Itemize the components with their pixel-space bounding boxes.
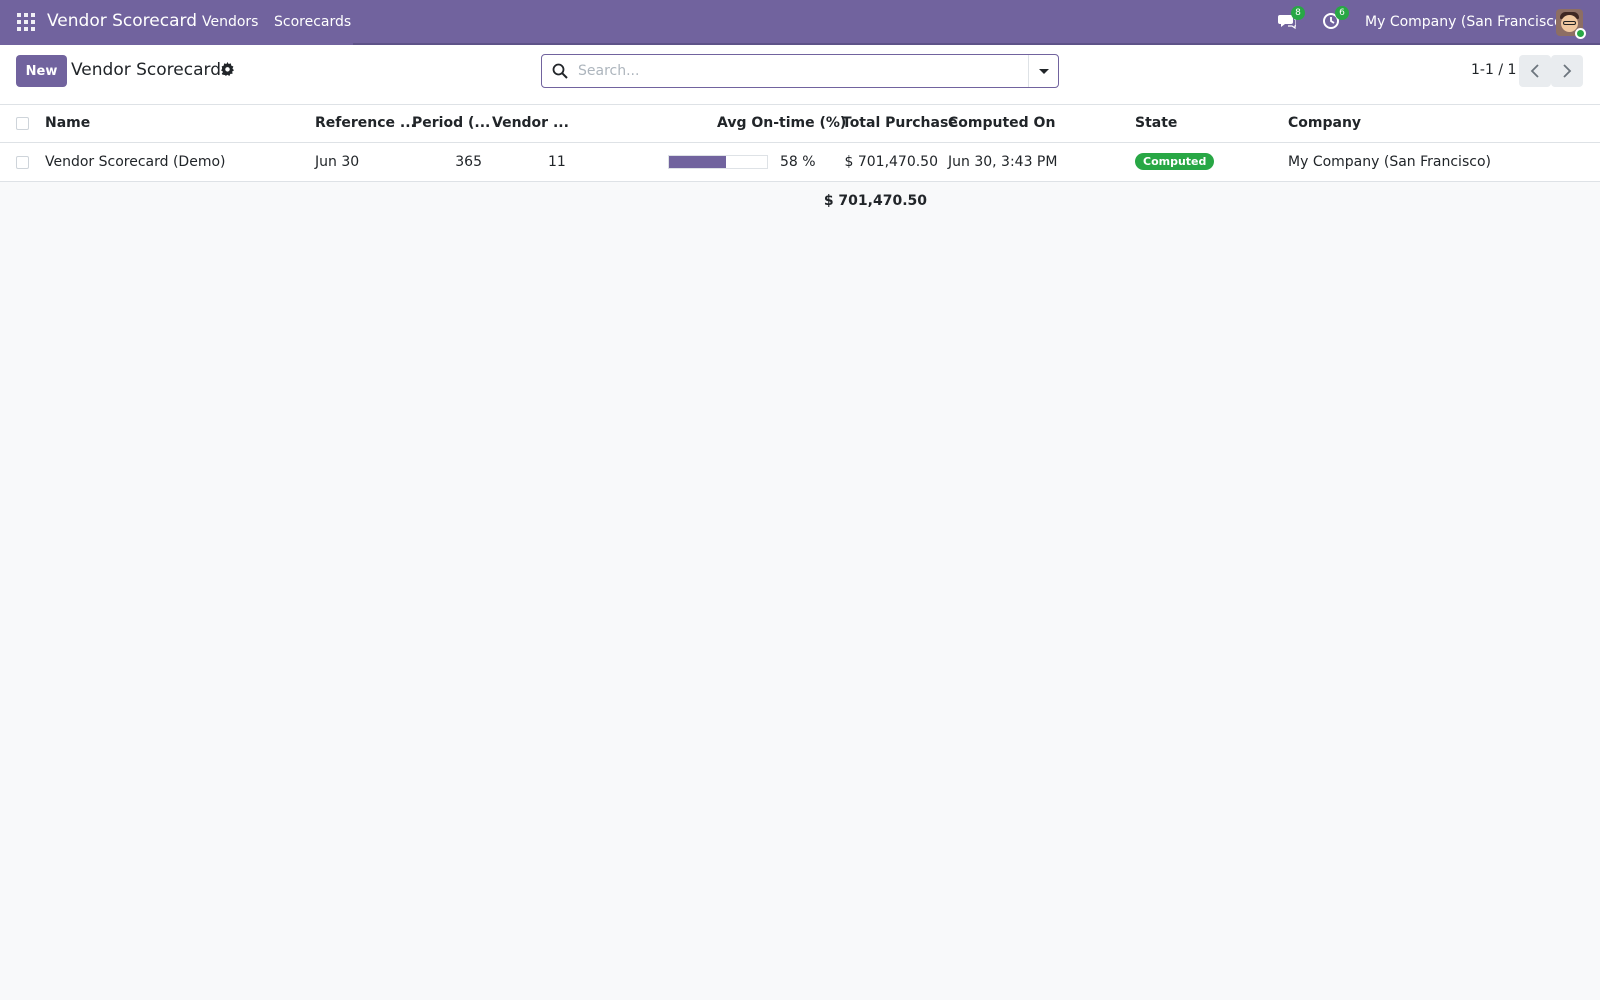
company-switcher[interactable]: My Company (San Francisco)	[1365, 14, 1568, 30]
column-computed-on[interactable]: Computed On	[948, 115, 1055, 131]
control-panel: New Vendor Scorecards 1-1 / 1	[0, 45, 1600, 105]
activity-clock-icon[interactable]: 6	[1322, 6, 1349, 32]
cell-reference: Jun 30	[315, 154, 360, 170]
online-status-dot	[1575, 28, 1586, 39]
cell-company: My Company (San Francisco)	[1288, 154, 1491, 170]
column-total-purchase[interactable]: Total Purchase	[842, 115, 958, 131]
table-row[interactable]: Vendor Scorecard (Demo) Jun 30 365 11 58…	[0, 143, 1600, 182]
ontime-progress-fill	[669, 156, 726, 168]
column-avg-ontime[interactable]: Avg On-time (%)	[717, 115, 846, 131]
cell-total-purchase: $ 701,470.50	[844, 154, 938, 170]
chevron-right-icon	[1563, 64, 1572, 78]
messages-count-badge: 8	[1291, 6, 1305, 20]
gear-icon[interactable]	[220, 62, 235, 77]
page-title: Vendor Scorecards	[71, 60, 230, 80]
pager-previous-button[interactable]	[1519, 55, 1551, 87]
app-title[interactable]: Vendor Scorecard	[47, 11, 197, 31]
menu-vendors[interactable]: Vendors	[202, 14, 258, 30]
column-state[interactable]: State	[1135, 115, 1177, 131]
status-badge: Computed	[1135, 153, 1215, 170]
total-purchase-sum: $ 701,470.50	[823, 193, 927, 209]
cell-computed-on: Jun 30, 3:43 PM	[948, 154, 1058, 170]
table-footer: $ 701,470.50	[0, 182, 1600, 222]
search-input[interactable]	[578, 59, 1048, 83]
cell-name: Vendor Scorecard (Demo)	[45, 154, 226, 170]
column-period[interactable]: Period (...	[412, 115, 490, 131]
column-company[interactable]: Company	[1288, 115, 1361, 131]
cell-avg-ontime: 58 %	[780, 154, 816, 170]
cell-period: 365	[455, 154, 482, 170]
table-header: Name Reference ... Period (... Vendor ..…	[0, 105, 1600, 143]
row-checkbox[interactable]	[16, 156, 29, 169]
messages-icon[interactable]: 8	[1278, 6, 1305, 32]
pager-next-button[interactable]	[1551, 55, 1583, 87]
select-all-checkbox[interactable]	[16, 117, 29, 130]
user-avatar[interactable]	[1556, 9, 1586, 39]
chevron-left-icon	[1530, 64, 1539, 78]
search-icon	[552, 63, 568, 79]
column-reference[interactable]: Reference ...	[315, 115, 416, 131]
new-button[interactable]: New	[16, 55, 67, 87]
search-box	[541, 54, 1059, 88]
top-navbar: Vendor Scorecard Vendors Scorecards 8 6 …	[0, 0, 1600, 45]
scorecard-list: Name Reference ... Period (... Vendor ..…	[0, 105, 1600, 222]
menu-scorecards[interactable]: Scorecards	[274, 14, 351, 30]
activities-count-badge: 6	[1335, 6, 1349, 20]
cell-vendor: 11	[548, 154, 566, 170]
column-name[interactable]: Name	[45, 115, 90, 131]
ontime-progress-bar	[668, 155, 768, 169]
pager-value[interactable]: 1-1 / 1	[1471, 62, 1516, 78]
column-vendor[interactable]: Vendor ...	[492, 115, 569, 131]
apps-menu-icon[interactable]	[17, 13, 35, 31]
search-options-toggle[interactable]	[1028, 55, 1058, 87]
